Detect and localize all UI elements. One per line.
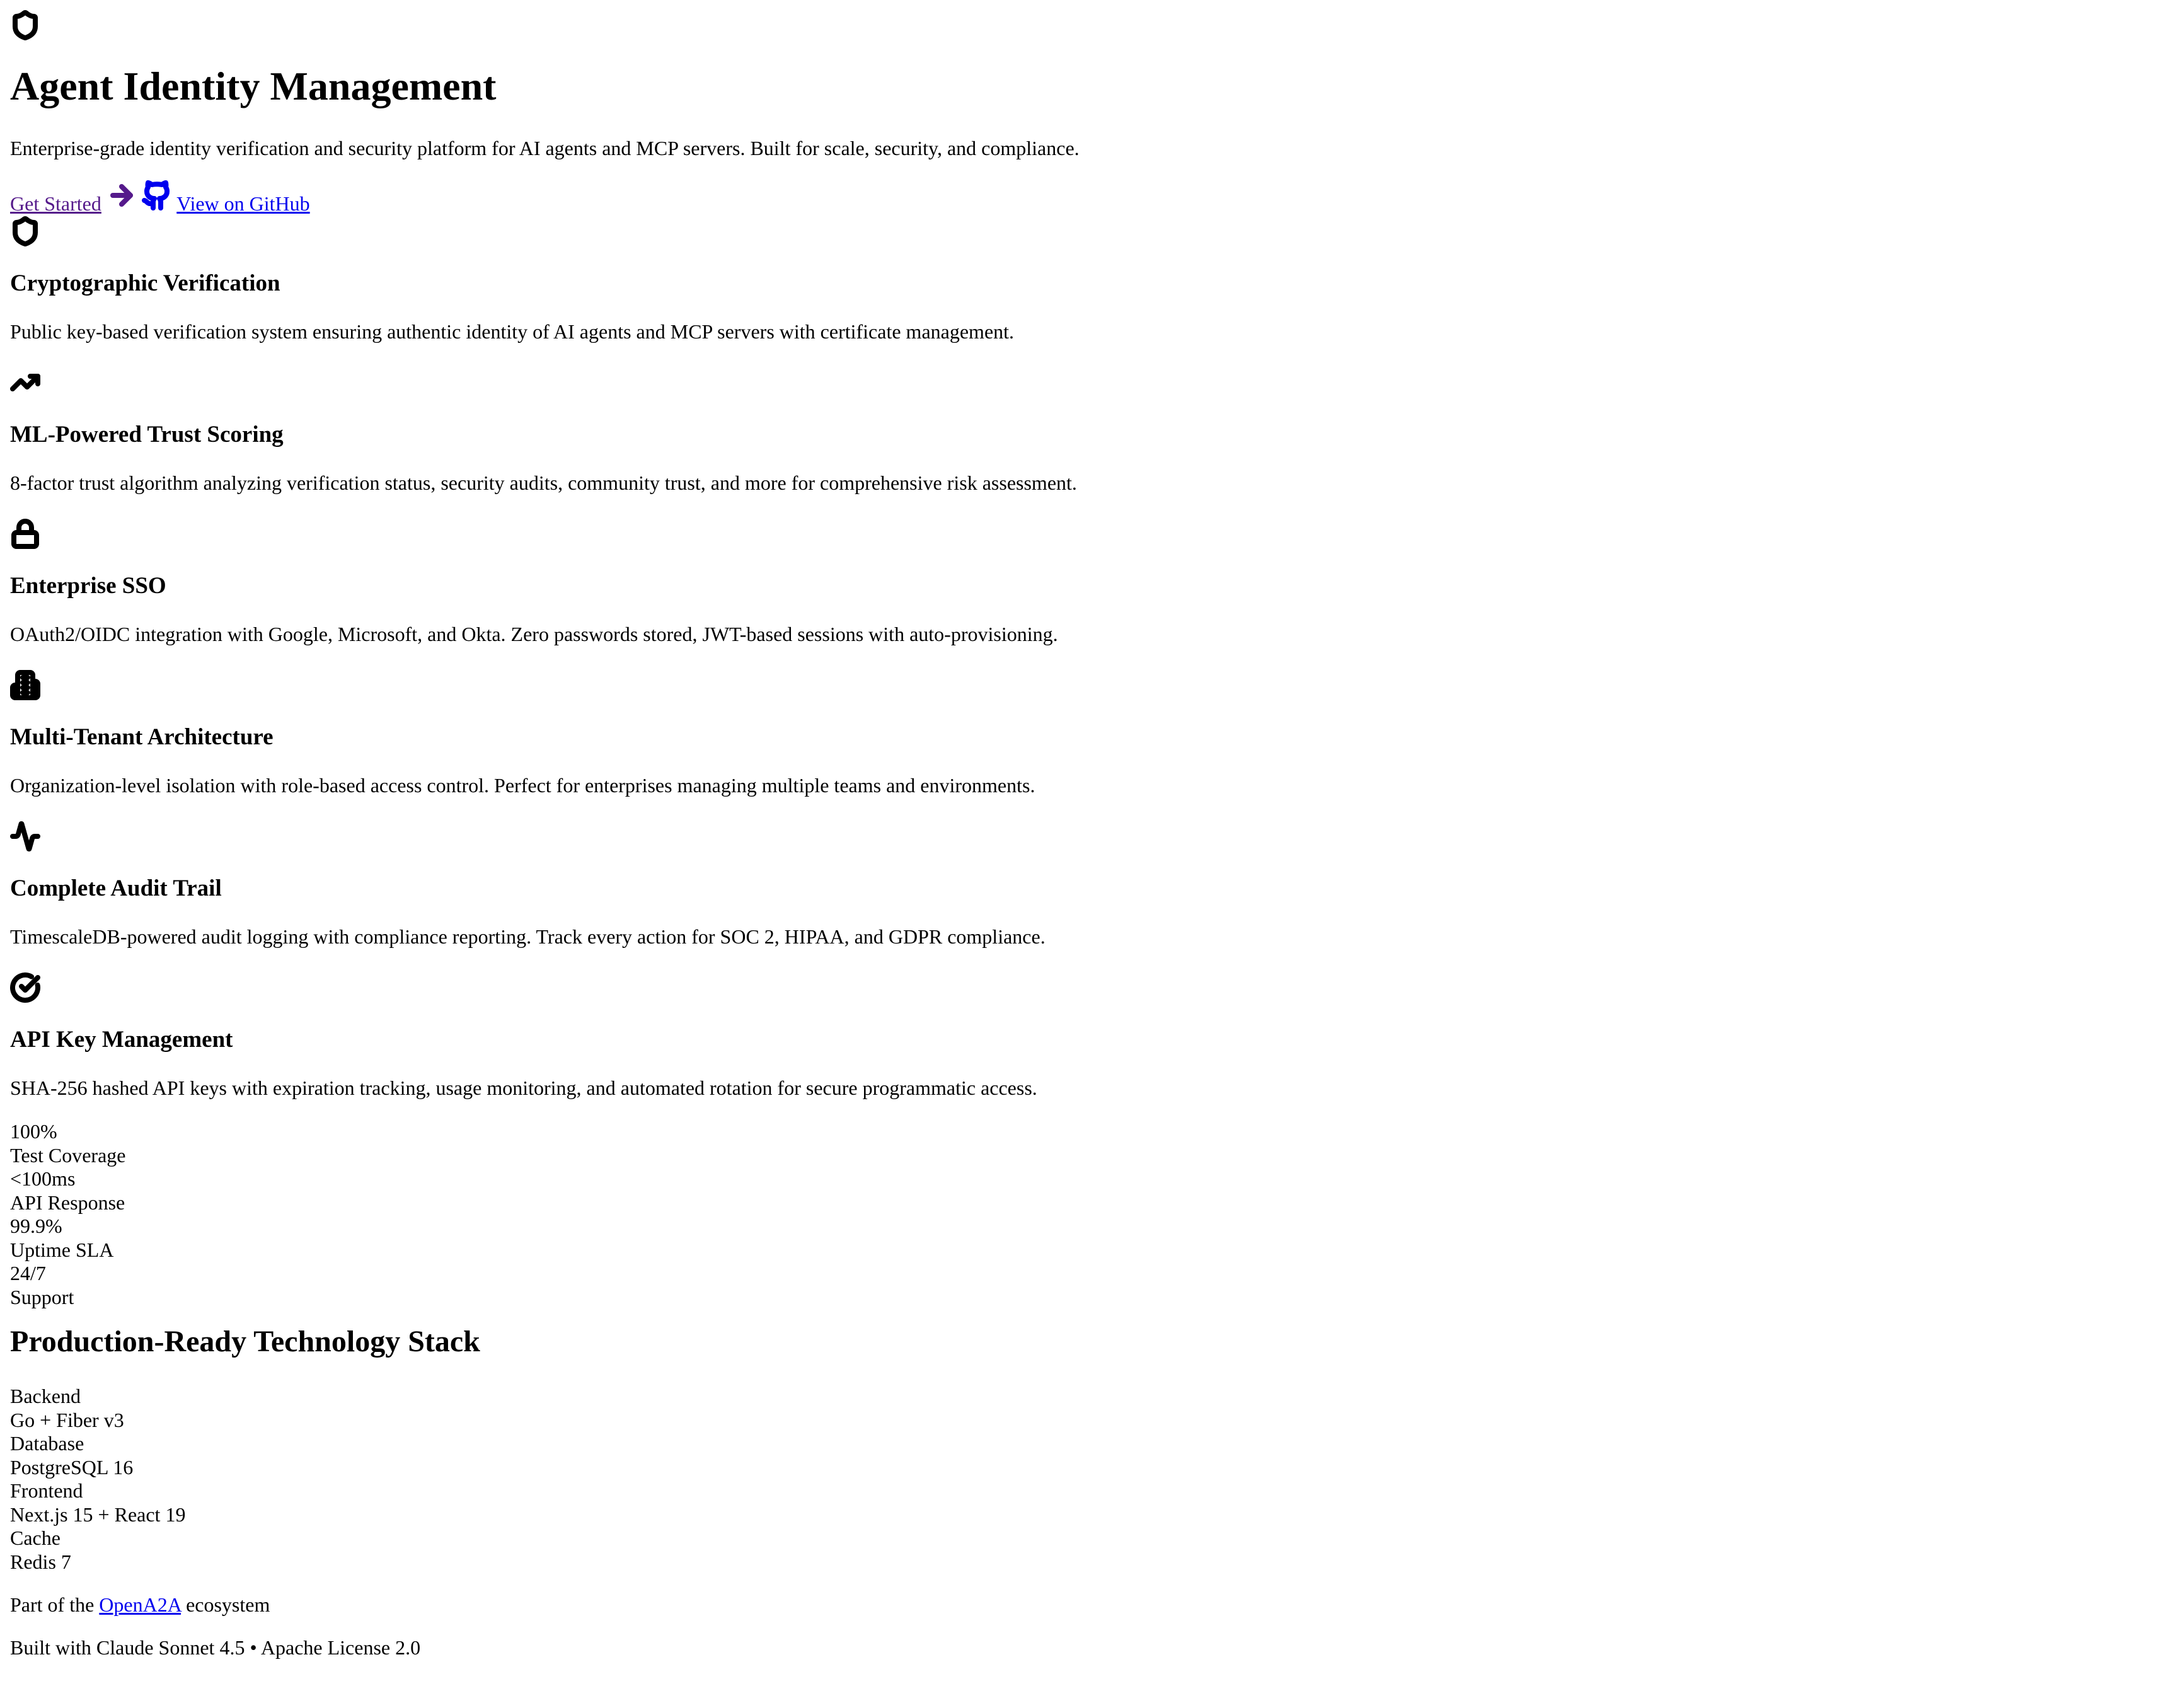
feature-description: TimescaleDB-powered audit logging with c… (10, 925, 1046, 948)
view-on-github-link[interactable]: View on GitHub (176, 192, 309, 215)
feature-card: Cryptographic Verification Public key-ba… (10, 216, 2168, 343)
stat-label: Uptime SLA (10, 1238, 114, 1261)
tech-label: Frontend (10, 1479, 83, 1502)
feature-title: Multi-Tenant Architecture (10, 724, 274, 750)
tech-value: Go + Fiber v3 (10, 1408, 124, 1431)
tech-value: PostgreSQL 16 (10, 1455, 134, 1479)
feature-title: API Key Management (10, 1027, 233, 1053)
feature-card: Complete Audit Trail TimescaleDB-powered… (10, 820, 2168, 949)
opena2a-link[interactable]: OpenA2A (99, 1593, 181, 1616)
ecosystem-line: Part of the OpenA2A ecosystem (10, 1593, 2168, 1617)
ecosystem-prefix: Part of the (10, 1593, 95, 1616)
footer: Part of the OpenA2A ecosystem Built with… (10, 1593, 2168, 1659)
activity-icon (10, 820, 2168, 851)
get-started-link[interactable]: Get Started (10, 192, 101, 215)
trending-up-icon (10, 366, 2168, 398)
feature-description: SHA-256 hashed API keys with expiration … (10, 1076, 1037, 1099)
cta-row: Get Started View on GitHub (10, 180, 2168, 216)
github-icon[interactable] (141, 180, 172, 211)
feature-title: Enterprise SSO (10, 573, 166, 599)
tech-stack-title: Production-Ready Technology Stack (10, 1325, 480, 1358)
building-icon (10, 669, 2168, 700)
tech-label: Cache (10, 1526, 60, 1549)
tech-label: Database (10, 1432, 84, 1455)
feature-description: 8-factor trust algorithm analyzing verif… (10, 471, 1077, 494)
page: Agent Identity Management Enterprise-gra… (0, 0, 2178, 1659)
tech-value: Redis 7 (10, 1550, 71, 1573)
feature-description: OAuth2/OIDC integration with Google, Mic… (10, 623, 1058, 645)
feature-description: Organization-level isolation with role-b… (10, 774, 1035, 797)
stats-section: 100% Test Coverage <100ms API Response 9… (10, 1120, 2168, 1309)
stat-value: 100% (10, 1120, 57, 1143)
lock-icon (10, 517, 2168, 549)
tech-label: Backend (10, 1385, 81, 1407)
stat-label: API Response (10, 1191, 125, 1214)
stat-value: <100ms (10, 1167, 76, 1190)
feature-title: ML-Powered Trust Scoring (10, 422, 284, 447)
feature-card: API Key Management SHA-256 hashed API ke… (10, 971, 2168, 1100)
hero-section: Agent Identity Management Enterprise-gra… (10, 0, 2168, 216)
feature-title: Complete Audit Trail (10, 875, 222, 901)
stat-label: Support (10, 1285, 74, 1308)
arrow-right-icon (107, 180, 137, 211)
features-section: Cryptographic Verification Public key-ba… (10, 216, 2168, 1100)
shield-icon (10, 216, 2168, 246)
stat-label: Test Coverage (10, 1143, 126, 1167)
tech-value: Next.js 15 + React 19 (10, 1503, 186, 1526)
feature-description: Public key-based verification system ens… (10, 320, 1015, 343)
ecosystem-suffix: ecosystem (186, 1593, 270, 1616)
tech-stack-section: Production-Ready Technology Stack Backen… (10, 1324, 2168, 1574)
stat-value: 99.9% (10, 1215, 62, 1237)
page-title: Agent Identity Management (10, 64, 497, 108)
shield-icon (10, 0, 2168, 40)
check-circle-icon (10, 971, 2168, 1003)
feature-title: Cryptographic Verification (10, 270, 280, 296)
feature-card: Multi-Tenant Architecture Organization-l… (10, 669, 2168, 797)
built-with-line: Built with Claude Sonnet 4.5 • Apache Li… (10, 1636, 421, 1659)
feature-card: ML-Powered Trust Scoring 8-factor trust … (10, 366, 2168, 495)
feature-card: Enterprise SSO OAuth2/OIDC integration w… (10, 517, 2168, 646)
hero-subtitle: Enterprise-grade identity verification a… (10, 137, 1080, 159)
tech-stack-list: Backend Go + Fiber v3 Database PostgreSQ… (10, 1385, 2168, 1574)
stat-value: 24/7 (10, 1262, 46, 1284)
